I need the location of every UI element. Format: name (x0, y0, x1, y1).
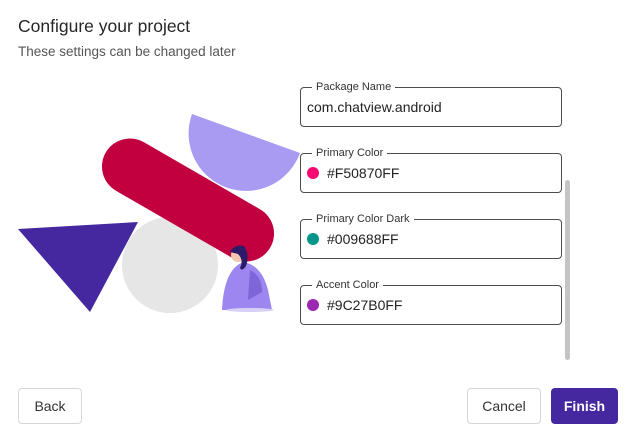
primary-color-dark-swatch-icon[interactable] (307, 233, 319, 245)
cancel-button[interactable]: Cancel (467, 388, 541, 424)
primary-color-dark-field[interactable]: Primary Color Dark #009688FF (300, 212, 562, 259)
primary-color-label: Primary Color (312, 146, 388, 160)
accent-color-field[interactable]: Accent Color #9C27B0FF (300, 278, 562, 325)
package-name-field[interactable]: Package Name com.chatview.android (300, 80, 562, 127)
triangle-shape (18, 222, 138, 312)
primary-color-field[interactable]: Primary Color #F50870FF (300, 146, 562, 193)
accent-color-value: #9C27B0FF (327, 297, 403, 313)
project-illustration (18, 114, 300, 313)
finish-button[interactable]: Finish (551, 388, 618, 424)
package-name-value: com.chatview.android (307, 99, 442, 115)
package-name-label: Package Name (312, 80, 396, 94)
back-button[interactable]: Back (18, 388, 82, 424)
primary-color-value: #F50870FF (327, 165, 400, 181)
primary-color-dark-label: Primary Color Dark (312, 212, 414, 226)
page-subtitle: These settings can be changed later (18, 44, 236, 59)
accent-color-swatch-icon[interactable] (307, 299, 319, 311)
accent-color-label: Accent Color (312, 278, 383, 292)
page-title: Configure your project (18, 16, 191, 36)
primary-color-dark-value: #009688FF (327, 231, 399, 247)
primary-color-swatch-icon[interactable] (307, 167, 319, 179)
form-scrollbar[interactable] (565, 180, 570, 360)
